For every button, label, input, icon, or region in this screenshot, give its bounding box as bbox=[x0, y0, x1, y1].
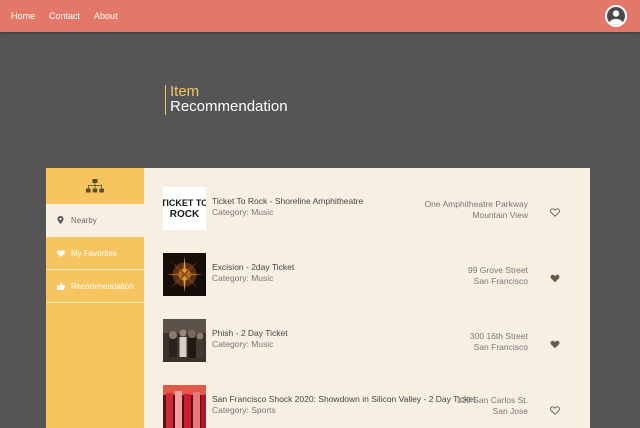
heading-line-1: Item bbox=[170, 83, 200, 100]
list-item[interactable]: TICKET TO ROCK Ticket To Rock - Shorelin… bbox=[144, 187, 590, 237]
sidebar-item-label: Recommendation bbox=[71, 281, 134, 291]
heart-outline-icon[interactable] bbox=[550, 402, 560, 415]
item-address-line2: Mountain View bbox=[472, 210, 528, 220]
item-title[interactable]: Phish - 2 Day Ticket bbox=[212, 328, 288, 338]
item-address-line2: San Jose bbox=[492, 406, 528, 416]
logo-text-top: TICKET TO bbox=[163, 198, 206, 208]
heart-outline-icon[interactable] bbox=[550, 204, 560, 217]
item-title[interactable]: Ticket To Rock - Shoreline Amphitheatre bbox=[212, 196, 363, 206]
item-thumbnail: TICKET TO ROCK bbox=[163, 187, 206, 230]
map-marker-icon bbox=[57, 216, 65, 224]
sidebar-item-recommendation[interactable]: Recommendation bbox=[46, 270, 144, 303]
item-address-line1: 300 16th Street bbox=[469, 331, 528, 341]
item-address-line1: One Amphitheatre Parkway bbox=[424, 199, 528, 209]
nav-contact-link[interactable]: Contact bbox=[49, 11, 80, 21]
heart-filled-icon[interactable] bbox=[550, 270, 560, 283]
item-category: Category: Sports bbox=[212, 405, 276, 415]
list-item[interactable]: San Francisco Shock 2020: Showdown in Si… bbox=[144, 385, 590, 428]
item-thumbnail bbox=[163, 253, 206, 296]
item-address-line2: San Francisco bbox=[473, 342, 528, 352]
item-category: Category: Music bbox=[212, 207, 274, 217]
item-title[interactable]: San Francisco Shock 2020: Showdown in Si… bbox=[212, 394, 475, 404]
ticket-to-rock-logo: TICKET TO ROCK bbox=[163, 187, 206, 230]
nav-home-link[interactable]: Home bbox=[11, 11, 35, 21]
sidebar-item-label: Nearby bbox=[71, 215, 97, 225]
list-item[interactable]: Phish - 2 Day Ticket Category: Music 300… bbox=[144, 319, 590, 369]
item-address-line1: 99 Grove Street bbox=[467, 265, 528, 275]
top-navbar: Home Contact About bbox=[0, 0, 640, 32]
list-item[interactable]: Excision - 2day Ticket Category: Music 9… bbox=[144, 253, 590, 303]
item-address-line2: San Francisco bbox=[473, 276, 528, 286]
main-panel: Nearby My Favorites Recommendation TICKE… bbox=[46, 168, 590, 428]
nav-about-link[interactable]: About bbox=[94, 11, 118, 21]
item-thumbnail bbox=[163, 319, 206, 362]
item-category: Category: Music bbox=[212, 339, 274, 349]
item-category: Category: Music bbox=[212, 273, 274, 283]
sidebar-item-nearby[interactable]: Nearby bbox=[46, 204, 144, 237]
heading-line-2: Recommendation bbox=[170, 98, 288, 115]
main-nav: Home Contact About bbox=[11, 0, 118, 32]
sidebar: Nearby My Favorites Recommendation bbox=[46, 168, 144, 428]
logo-text-bottom: ROCK bbox=[170, 209, 200, 220]
item-list: TICKET TO ROCK Ticket To Rock - Shorelin… bbox=[144, 168, 590, 428]
item-title[interactable]: Excision - 2day Ticket bbox=[212, 262, 294, 272]
sidebar-item-my-favorites[interactable]: My Favorites bbox=[46, 237, 144, 270]
item-thumbnail bbox=[163, 385, 206, 428]
heart-icon bbox=[57, 249, 65, 257]
thumbs-up-icon bbox=[57, 282, 65, 290]
page-heading: Item Recommendation bbox=[165, 83, 288, 115]
sidebar-item-label: My Favorites bbox=[71, 248, 117, 258]
item-address-line1: 135 San Carlos St. bbox=[456, 395, 528, 405]
sitemap-icon bbox=[46, 168, 144, 204]
heart-filled-icon[interactable] bbox=[550, 336, 560, 349]
user-avatar-icon[interactable] bbox=[605, 5, 627, 27]
